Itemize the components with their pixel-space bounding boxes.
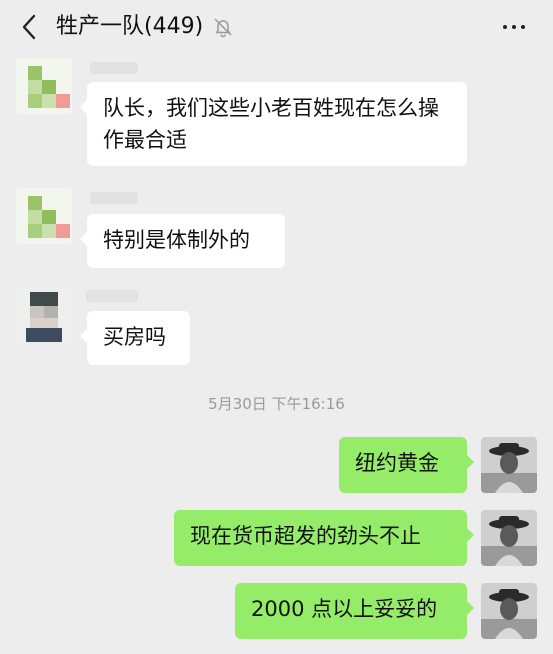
my-avatar[interactable] <box>481 510 537 566</box>
my-avatar[interactable] <box>481 437 537 493</box>
more-dot <box>521 25 525 29</box>
back-button[interactable] <box>14 12 44 42</box>
more-dot <box>512 25 516 29</box>
avatar-image <box>481 510 537 566</box>
avatar-image <box>481 437 537 493</box>
avatar-image <box>16 58 72 114</box>
my-avatar[interactable] <box>481 583 537 639</box>
message-timestamp: 5月30日 下午16:16 <box>208 395 345 413</box>
chat-title: 牲产一队(449) <box>56 14 204 39</box>
sender-name-blurred <box>90 62 138 74</box>
avatar-image <box>16 286 72 342</box>
more-button[interactable] <box>499 14 529 40</box>
message-bubble[interactable]: 现在货币超发的劲头不止 <box>174 510 474 566</box>
message-bubble[interactable]: 2000 点以上妥妥的 <box>235 583 474 639</box>
bell-off-icon <box>214 18 232 38</box>
avatar[interactable] <box>16 286 72 342</box>
more-dot <box>503 25 507 29</box>
avatar-image <box>481 583 537 639</box>
message-bubble[interactable]: 特别是体制外的 <box>80 214 285 268</box>
chevron-left-icon <box>22 14 36 40</box>
message-bubble[interactable]: 队长，我们这些小老百姓现在怎么操作最合适 <box>80 82 467 166</box>
sender-name-blurred <box>90 192 138 204</box>
avatar-image <box>16 188 72 244</box>
avatar[interactable] <box>16 58 72 114</box>
avatar[interactable] <box>16 188 72 244</box>
message-bubble[interactable]: 买房吗 <box>80 311 190 365</box>
chat-header: 牲产一队(449) <box>0 0 553 56</box>
message-bubble[interactable]: 纽约黄金 <box>339 437 474 493</box>
sender-name-blurred <box>86 290 138 302</box>
